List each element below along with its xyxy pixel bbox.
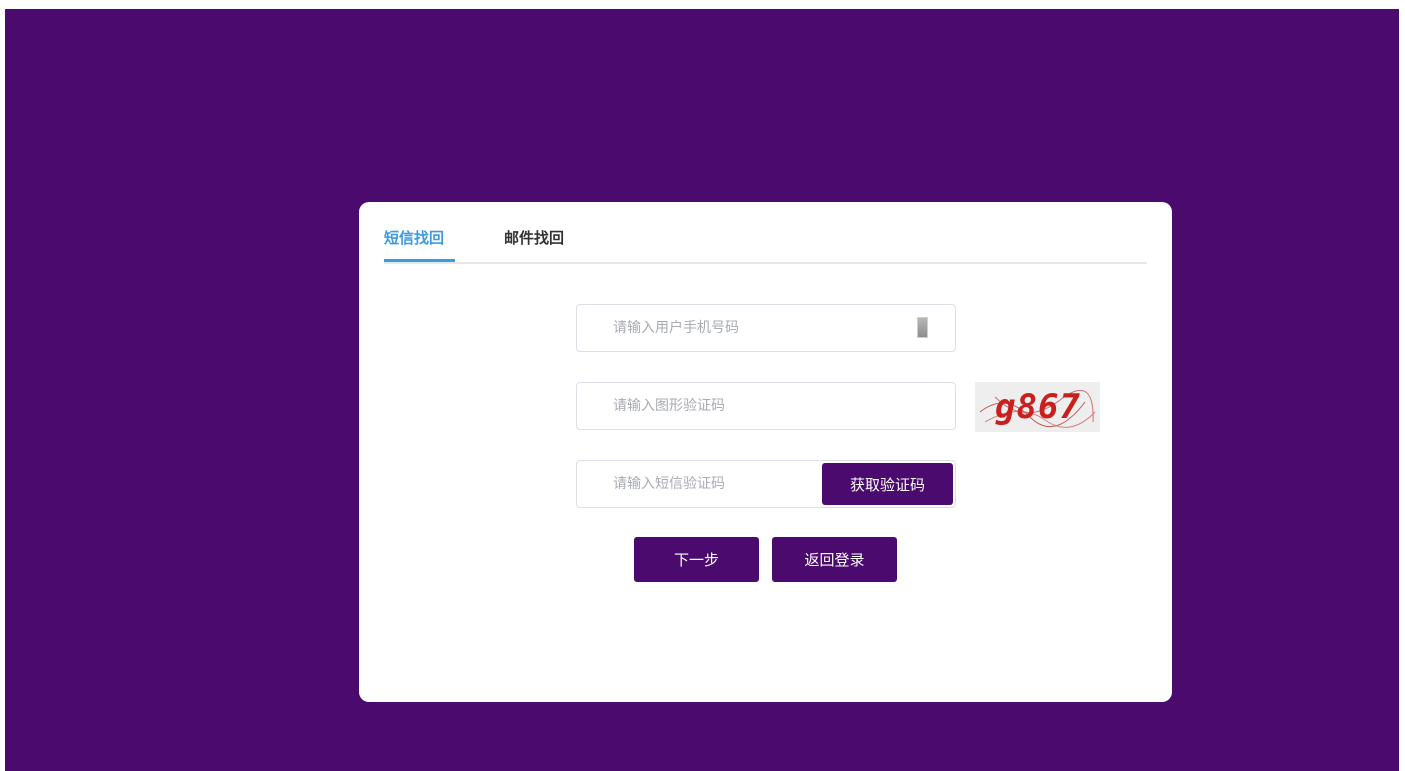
recovery-tabs: 短信找回 邮件找回	[384, 202, 1147, 264]
back-to-login-button[interactable]: 返回登录	[772, 537, 897, 582]
phone-icon	[917, 317, 928, 338]
phone-field	[576, 304, 956, 352]
captcha-field	[576, 382, 956, 430]
sms-code-field: 获取验证码	[576, 460, 956, 508]
sms-code-input[interactable]	[613, 461, 813, 507]
active-tab-indicator	[384, 259, 455, 262]
captcha-text: g867	[995, 387, 1081, 427]
captcha-image[interactable]: g867	[975, 382, 1100, 432]
tab-email-recovery[interactable]: 邮件找回	[504, 227, 564, 248]
tab-sms-recovery[interactable]: 短信找回	[384, 227, 444, 248]
next-step-button[interactable]: 下一步	[634, 537, 759, 582]
phone-input[interactable]	[613, 305, 903, 351]
captcha-input[interactable]	[613, 383, 933, 429]
password-recovery-card: 短信找回 邮件找回 g867 获取验证码 下一步 返回登录	[359, 202, 1172, 702]
get-code-button[interactable]: 获取验证码	[822, 463, 953, 505]
